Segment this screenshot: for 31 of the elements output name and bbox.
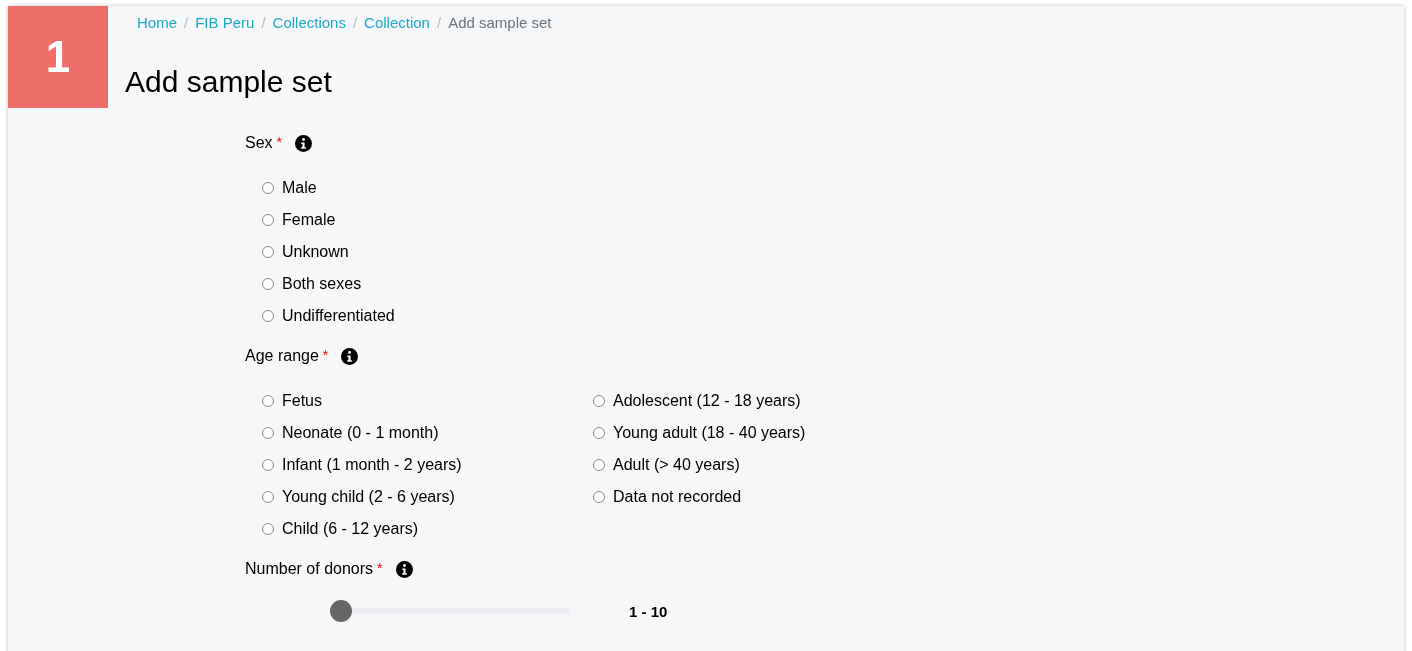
radio-option[interactable]: Fetus <box>262 385 593 417</box>
radio-option[interactable]: Adolescent (12 - 18 years) <box>593 385 893 417</box>
field-label: Age range <box>245 347 319 365</box>
radio-option[interactable]: Both sexes <box>262 268 593 300</box>
field-label: Number of donors <box>245 560 374 578</box>
breadcrumb-current: Add sample set <box>448 14 552 33</box>
breadcrumb-separator: / <box>352 14 358 33</box>
breadcrumb-separator: / <box>261 14 266 33</box>
radio-option[interactable]: Female <box>262 204 593 236</box>
radio-option[interactable]: Neonate (0 - 1 month) <box>262 417 593 449</box>
page-title: Add sample set <box>125 64 333 100</box>
step-badge: 1 <box>8 6 108 108</box>
required-mark: * <box>276 134 283 150</box>
required-mark: * <box>377 560 383 576</box>
radio-option[interactable]: Male <box>262 172 593 204</box>
field-label: Sex <box>245 134 273 152</box>
radio-option[interactable]: Young adult (18 - 40 years) <box>593 417 893 449</box>
radio-option[interactable]: Adult (> 40 years) <box>593 449 893 481</box>
radio-option[interactable]: Data not recorded <box>593 481 893 513</box>
slider-reading: 1 - 10 <box>629 602 668 620</box>
required-mark: * <box>322 347 329 363</box>
radio-option[interactable]: Child (6 - 12 years) <box>262 513 593 545</box>
breadcrumb-separator: / <box>184 14 189 33</box>
info-icon[interactable] <box>295 134 313 152</box>
info-icon[interactable] <box>341 347 359 365</box>
info-icon[interactable] <box>395 560 413 578</box>
radio-option[interactable]: Young child (2 - 6 years) <box>262 481 593 513</box>
radio-option[interactable]: Unknown <box>262 236 593 268</box>
breadcrumb-separator: / <box>436 14 442 33</box>
radio-option[interactable]: Infant (1 month - 2 years) <box>262 449 593 481</box>
radio-option[interactable]: Undifferentiated <box>262 300 593 332</box>
